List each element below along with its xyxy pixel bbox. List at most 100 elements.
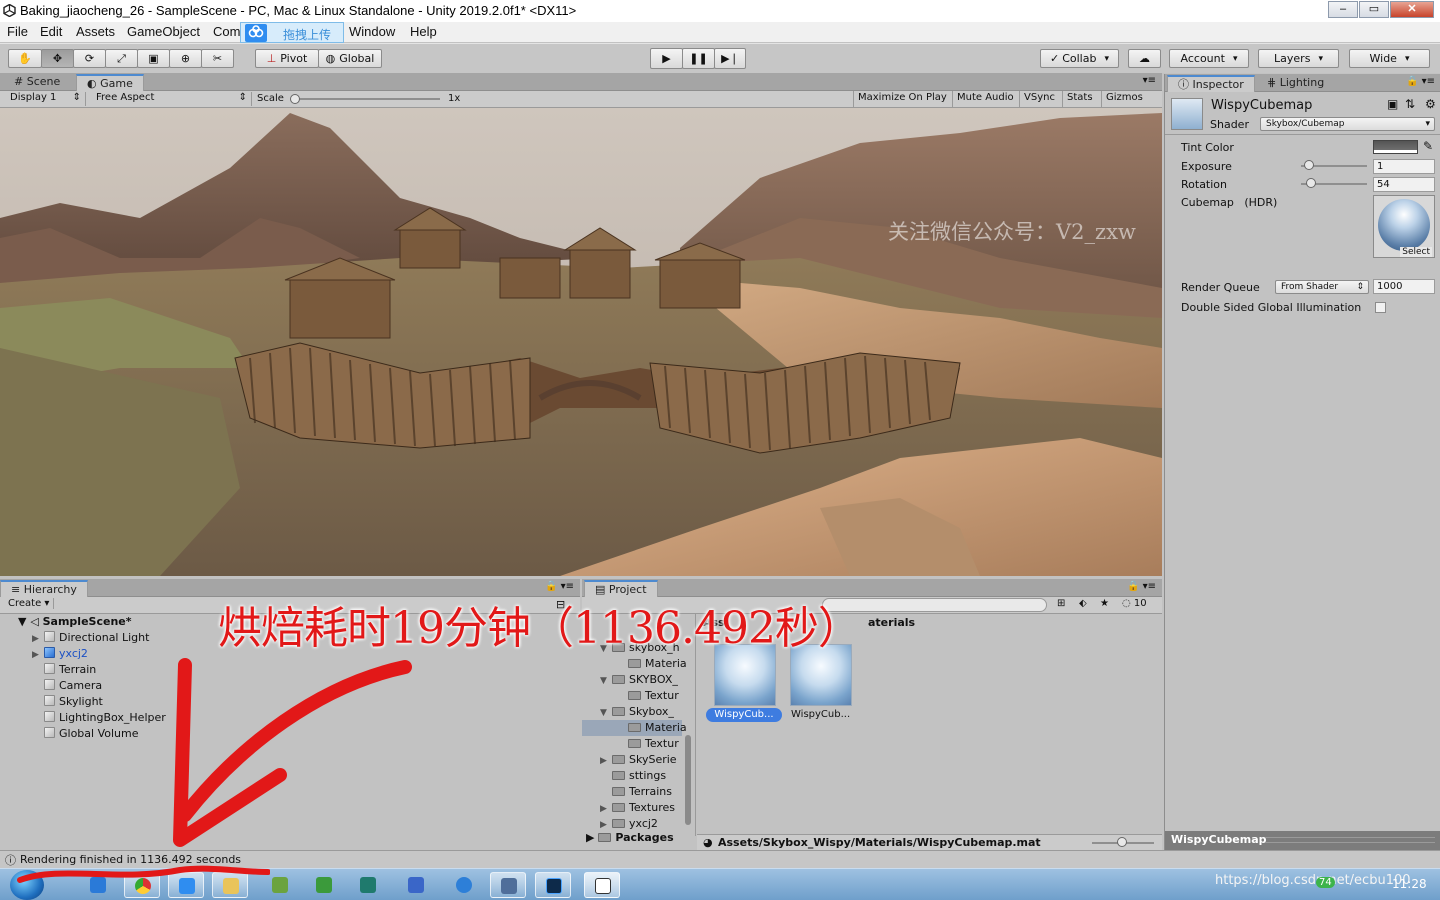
menu-component[interactable]: Com xyxy=(213,24,240,39)
taskbar-unity[interactable] xyxy=(584,872,620,898)
project-folder-item[interactable]: ▶ SkySerie xyxy=(600,753,677,766)
hierarchy-item[interactable]: ▶ Directional Light xyxy=(32,631,149,644)
shader-dropdown[interactable]: Skybox/Cubemap ▾ xyxy=(1260,117,1435,131)
project-folder-item[interactable]: Terrains xyxy=(600,785,672,798)
hierarchy-item[interactable]: ▶ yxcj2 xyxy=(32,647,88,660)
expanded-arrow-icon[interactable]: ▼ xyxy=(600,708,612,718)
filter-label-icon[interactable]: ⬖ xyxy=(1079,598,1087,609)
lock-menu-icon[interactable]: 🔒 ▾≡ xyxy=(545,581,574,592)
play-button[interactable]: ▶ xyxy=(650,48,683,69)
stats-toggle[interactable]: Stats xyxy=(1062,91,1097,107)
move-tool-button[interactable]: ✥ xyxy=(41,49,74,68)
favorite-icon[interactable]: ★ xyxy=(1100,598,1109,609)
eyedropper-icon[interactable]: ✎ xyxy=(1423,139,1433,153)
upload-drop-popup[interactable]: 拖拽上传 xyxy=(240,22,344,43)
layers-dropdown[interactable]: Layers xyxy=(1258,49,1339,68)
collapsed-arrow-icon[interactable]: ▶ xyxy=(32,650,44,660)
project-folder-item[interactable]: Textur xyxy=(616,737,679,750)
project-folder-item[interactable]: ▶ yxcj2 xyxy=(600,817,658,830)
panel-menu-icon[interactable]: ▾≡ xyxy=(1143,75,1156,86)
lock-menu-icon[interactable]: 🔒 ▾≡ xyxy=(1406,76,1435,87)
tint-color-swatch[interactable] xyxy=(1373,140,1418,154)
menu-edit[interactable]: Edit xyxy=(40,24,62,39)
maximize-on-play-toggle[interactable]: Maximize On Play xyxy=(853,91,951,107)
scale-slider-knob[interactable] xyxy=(290,94,300,104)
custom-tool-button[interactable]: ✂ xyxy=(201,49,234,68)
maximize-button[interactable]: ▭ xyxy=(1359,1,1389,18)
packages-folder[interactable]: ▶ Packages xyxy=(586,831,674,844)
render-queue-dropdown[interactable]: From Shader ⇕ xyxy=(1275,280,1369,294)
asset-label-1[interactable]: WispyCub... xyxy=(706,708,782,722)
taskbar-app-8[interactable] xyxy=(398,872,434,898)
taskbar-photoshop[interactable] xyxy=(535,872,571,898)
mute-audio-toggle[interactable]: Mute Audio xyxy=(952,91,1018,107)
settings-gear-icon[interactable]: ⚙ xyxy=(1425,97,1436,111)
drag-handle[interactable] xyxy=(1265,837,1435,843)
tab-lighting[interactable]: ⋕ Lighting xyxy=(1257,75,1334,92)
collab-dropdown[interactable]: ✓ Collab xyxy=(1040,49,1119,68)
rotation-input[interactable]: 54 xyxy=(1373,177,1435,192)
scale-tool-button[interactable]: ⤢ xyxy=(105,49,138,68)
menu-gameobject[interactable]: GameObject xyxy=(127,24,200,39)
cubemap-select-button[interactable]: Select xyxy=(1400,247,1432,257)
hierarchy-create-dropdown[interactable]: Create ▾ xyxy=(4,598,55,609)
hierarchy-item[interactable]: Skylight xyxy=(32,695,103,708)
project-folder-item[interactable]: sttings xyxy=(600,769,666,782)
taskbar-app-6[interactable] xyxy=(306,872,342,898)
scale-slider[interactable] xyxy=(295,98,440,100)
presets-icon[interactable]: ⇅ xyxy=(1405,97,1415,111)
taskbar-app-10[interactable] xyxy=(490,872,526,898)
double-sided-gi-checkbox[interactable] xyxy=(1375,302,1386,313)
tab-game[interactable]: ◐ Game xyxy=(76,74,144,91)
game-view[interactable]: 关注微信公众号：V2_zxw xyxy=(0,108,1162,576)
pivot-toggle[interactable]: ⊥ Pivot xyxy=(255,49,319,68)
breadcrumb-materials[interactable]: aterials xyxy=(868,616,915,629)
taskbar-app-9[interactable] xyxy=(446,872,482,898)
clock[interactable]: 11:28 xyxy=(1392,877,1427,891)
collapsed-arrow-icon[interactable]: ▶ xyxy=(600,804,612,814)
minimize-button[interactable]: – xyxy=(1328,1,1358,18)
cloud-button[interactable]: ☁ xyxy=(1128,49,1161,68)
aspect-dropdown[interactable]: Free Aspect ⇕ xyxy=(92,92,252,106)
vsync-toggle[interactable]: VSync xyxy=(1019,91,1059,107)
menu-assets[interactable]: Assets xyxy=(76,24,115,39)
tree-scrollbar[interactable] xyxy=(683,625,693,835)
global-toggle[interactable]: ◍ Global xyxy=(318,49,382,68)
hierarchy-item[interactable]: Terrain xyxy=(32,663,96,676)
project-folder-item[interactable]: Textur xyxy=(616,689,679,702)
pause-button[interactable]: ❚❚ xyxy=(682,48,715,69)
material-preview-header[interactable]: WispyCubemap xyxy=(1165,831,1440,850)
help-icon[interactable]: ▣ xyxy=(1387,97,1398,111)
project-folder-item[interactable]: ▶ Textures xyxy=(600,801,675,814)
hierarchy-item[interactable]: Global Volume xyxy=(32,727,139,740)
taskbar-app-7[interactable] xyxy=(350,872,386,898)
menu-window[interactable]: Window xyxy=(349,24,395,39)
project-folder-item[interactable]: ▼ SKYBOX_ xyxy=(600,673,678,686)
tab-hierarchy[interactable]: ≡ Hierarchy xyxy=(0,580,88,597)
rotate-tool-button[interactable]: ⟳ xyxy=(73,49,106,68)
thumbnail-size-knob[interactable] xyxy=(1117,837,1127,847)
gizmos-dropdown[interactable]: Gizmos xyxy=(1101,91,1147,107)
step-button[interactable]: ▶❘ xyxy=(714,48,746,69)
rotation-slider-knob[interactable] xyxy=(1305,178,1316,188)
exposure-slider-knob[interactable] xyxy=(1304,160,1315,170)
hierarchy-item[interactable]: LightingBox_Helper xyxy=(32,711,166,724)
menu-file[interactable]: File xyxy=(7,24,28,39)
render-queue-input[interactable]: 1000 xyxy=(1373,279,1435,294)
collapsed-arrow-icon[interactable]: ▶ xyxy=(600,820,612,830)
hidden-packages-button[interactable]: ◌ 10 xyxy=(1122,598,1147,609)
collapsed-arrow-icon[interactable]: ▶ xyxy=(600,756,612,766)
transform-tool-button[interactable]: ⊕ xyxy=(169,49,202,68)
collapsed-arrow-icon[interactable]: ▶ xyxy=(32,634,44,644)
account-dropdown[interactable]: Account xyxy=(1169,49,1249,68)
tab-scene[interactable]: # Scene xyxy=(4,74,70,91)
filter-type-icon[interactable]: ⊞ xyxy=(1057,598,1065,609)
tab-inspector[interactable]: ⓘ Inspector xyxy=(1167,75,1255,92)
exposure-input[interactable]: 1 xyxy=(1373,159,1435,174)
rect-tool-button[interactable]: ▣ xyxy=(137,49,170,68)
scene-root[interactable]: ▼ ◁ SampleScene* xyxy=(18,615,131,628)
lock-menu-icon[interactable]: 🔒 ▾≡ xyxy=(1127,581,1156,592)
hierarchy-item[interactable]: Camera xyxy=(32,679,102,692)
menu-help[interactable]: Help xyxy=(410,24,437,39)
project-folder-item[interactable]: ▼ Skybox_ xyxy=(600,705,674,718)
